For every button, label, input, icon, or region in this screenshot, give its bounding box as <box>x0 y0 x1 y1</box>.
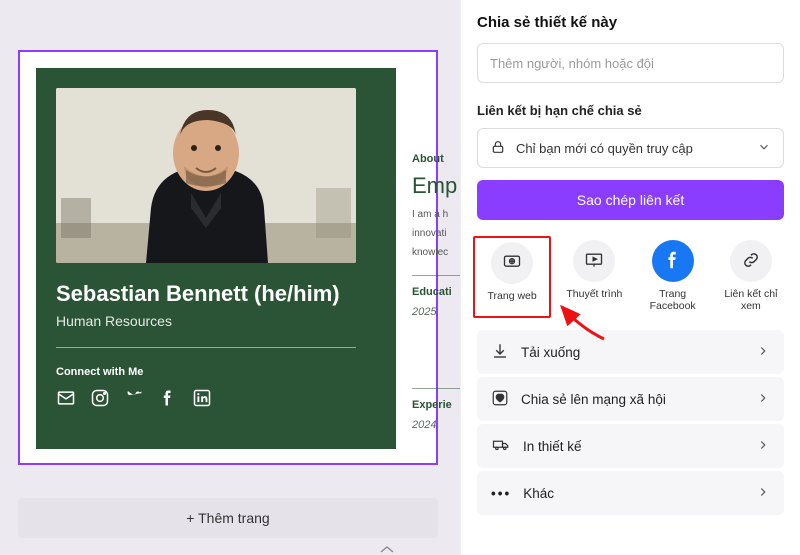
menu-label: Tải xuống <box>521 345 580 360</box>
link-section-label: Liên kết bị hạn chế chia sẻ <box>477 103 784 118</box>
profile-name: Sebastian Bennett (he/him) <box>56 281 376 307</box>
chevron-right-icon <box>756 391 770 408</box>
share-option-label: Thuyết trình <box>566 288 622 300</box>
share-option-website[interactable]: Trang web <box>473 236 551 318</box>
profile-photo <box>56 88 356 263</box>
mail-icon <box>56 388 76 413</box>
truck-icon <box>491 436 511 457</box>
chevron-right-icon <box>756 438 770 455</box>
menu-download[interactable]: Tải xuống <box>477 330 784 374</box>
add-page-label: + Thêm trang <box>186 510 269 526</box>
menu-label: Chia sẻ lên mạng xã hội <box>521 392 666 407</box>
access-value: Chỉ bạn mới có quyền truy cập <box>516 141 693 156</box>
menu-more[interactable]: ••• Khác <box>477 471 784 515</box>
add-page-button[interactable]: + Thêm trang <box>18 498 438 538</box>
access-dropdown[interactable]: Chỉ bạn mới có quyền truy cập <box>477 128 784 168</box>
share-option-label: Trang Facebook <box>640 288 706 312</box>
share-option-facebook[interactable]: Trang Facebook <box>640 240 706 312</box>
share-option-label: Trang web <box>488 290 537 302</box>
share-options-row: Trang web Thuyết trình Trang Facebook Li… <box>477 240 784 312</box>
chevron-right-icon <box>756 344 770 361</box>
people-input[interactable]: Thêm người, nhóm hoặc đội <box>477 43 784 83</box>
facebook-brand-icon <box>662 249 684 274</box>
website-icon <box>502 252 522 275</box>
share-title: Chia sẻ thiết kế này <box>477 14 784 31</box>
menu-label: Khác <box>523 486 554 501</box>
twitter-icon <box>124 388 144 413</box>
linkedin-icon <box>192 388 212 413</box>
present-icon <box>584 250 604 273</box>
download-icon <box>491 342 509 363</box>
design-canvas[interactable]: Sebastian Bennett (he/him) Human Resourc… <box>18 50 438 465</box>
divider <box>56 347 356 348</box>
link-icon <box>741 250 761 273</box>
heart-icon <box>491 389 509 410</box>
profile-role: Human Resources <box>56 313 376 329</box>
profile-card: Sebastian Bennett (he/him) Human Resourc… <box>36 68 396 449</box>
chevron-down-icon <box>757 140 771 157</box>
copy-link-label: Sao chép liên kết <box>577 192 684 208</box>
instagram-icon <box>90 388 110 413</box>
menu-social[interactable]: Chia sẻ lên mạng xã hội <box>477 377 784 421</box>
share-option-viewlink[interactable]: Liên kết chỉ xem <box>718 240 784 312</box>
page-indicator <box>372 545 402 555</box>
workspace: Sebastian Bennett (he/him) Human Resourc… <box>0 0 800 555</box>
people-placeholder: Thêm người, nhóm hoặc đội <box>490 56 654 71</box>
more-icon: ••• <box>491 486 511 501</box>
facebook-icon <box>158 388 178 413</box>
share-option-label: Liên kết chỉ xem <box>718 288 784 312</box>
share-option-present[interactable]: Thuyết trình <box>561 240 627 312</box>
share-panel: Chia sẻ thiết kế này Thêm người, nhóm ho… <box>460 0 800 555</box>
connect-label: Connect with Me <box>56 366 376 378</box>
menu-print[interactable]: In thiết kế <box>477 424 784 468</box>
lock-icon <box>490 139 506 158</box>
menu-label: In thiết kế <box>523 439 582 454</box>
social-icons <box>56 388 376 413</box>
share-menu-list: Tải xuống Chia sẻ lên mạng xã hội In thi… <box>477 330 784 515</box>
chevron-right-icon <box>756 485 770 502</box>
copy-link-button[interactable]: Sao chép liên kết <box>477 180 784 220</box>
